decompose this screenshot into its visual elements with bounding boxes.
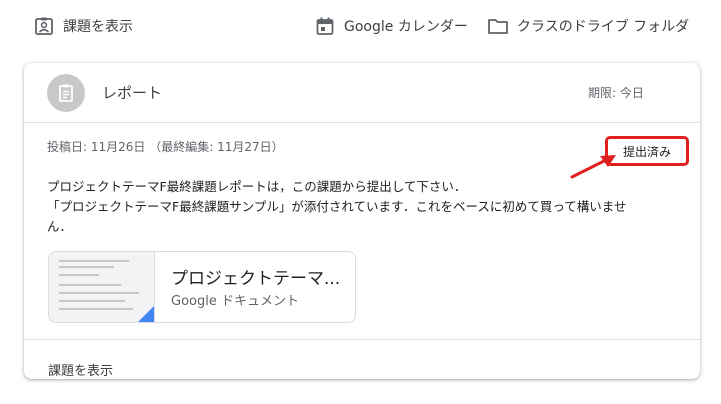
drive-folder-label: クラスのドライブ フォルダ: [517, 19, 690, 35]
google-docs-corner-icon: [136, 306, 154, 322]
card-header: レポート 期限: 今日: [24, 63, 700, 123]
folder-icon: [487, 15, 509, 37]
google-calendar-button[interactable]: Google カレンダー: [314, 13, 468, 39]
description-line: プロジェクトテーマF最終課題レポートは，この課題から提出して下さい．: [47, 179, 467, 194]
assignment-icon: [59, 84, 73, 102]
assignment-card: レポート 期限: 今日 投稿日: 11月26日 （最終編集: 11月27日） 提…: [24, 63, 700, 379]
post-date-meta: 投稿日: 11月26日 （最終編集: 11月27日）: [47, 140, 284, 154]
google-calendar-label: Google カレンダー: [344, 19, 468, 35]
description-line: ん．: [47, 219, 73, 234]
assignment-person-icon: [33, 15, 55, 37]
drive-folder-button[interactable]: クラスのドライブ フォルダ: [487, 13, 689, 39]
attachment-title: プロジェクトテーマ...: [171, 269, 341, 289]
assignment-title: レポート: [102, 84, 163, 102]
due-date: 期限: 今日: [588, 86, 644, 100]
card-footer: 課題を表示: [24, 339, 700, 379]
top-toolbar: 課題を表示 Google カレンダー クラスのドライブ フォルダ: [0, 0, 721, 56]
attachment-card[interactable]: プロジェクトテーマ... Google ドキュメント: [48, 251, 356, 323]
calendar-icon: [314, 15, 336, 37]
assignment-description: プロジェクトテーマF最終課題レポートは，この課題から提出して下さい． 「プロジェ…: [47, 177, 677, 237]
description-line: 「プロジェクトテーマF最終課題サンプル」が添付されています．これをベースに初めて…: [47, 199, 627, 214]
view-assignment-link[interactable]: 課題を表示: [48, 360, 113, 379]
view-assignment-button[interactable]: 課題を表示: [33, 13, 133, 39]
assignment-avatar: [47, 74, 85, 112]
attachment-type: Google ドキュメント: [171, 294, 299, 309]
view-assignment-label: 課題を表示: [63, 19, 133, 35]
document-thumbnail: [49, 252, 155, 322]
